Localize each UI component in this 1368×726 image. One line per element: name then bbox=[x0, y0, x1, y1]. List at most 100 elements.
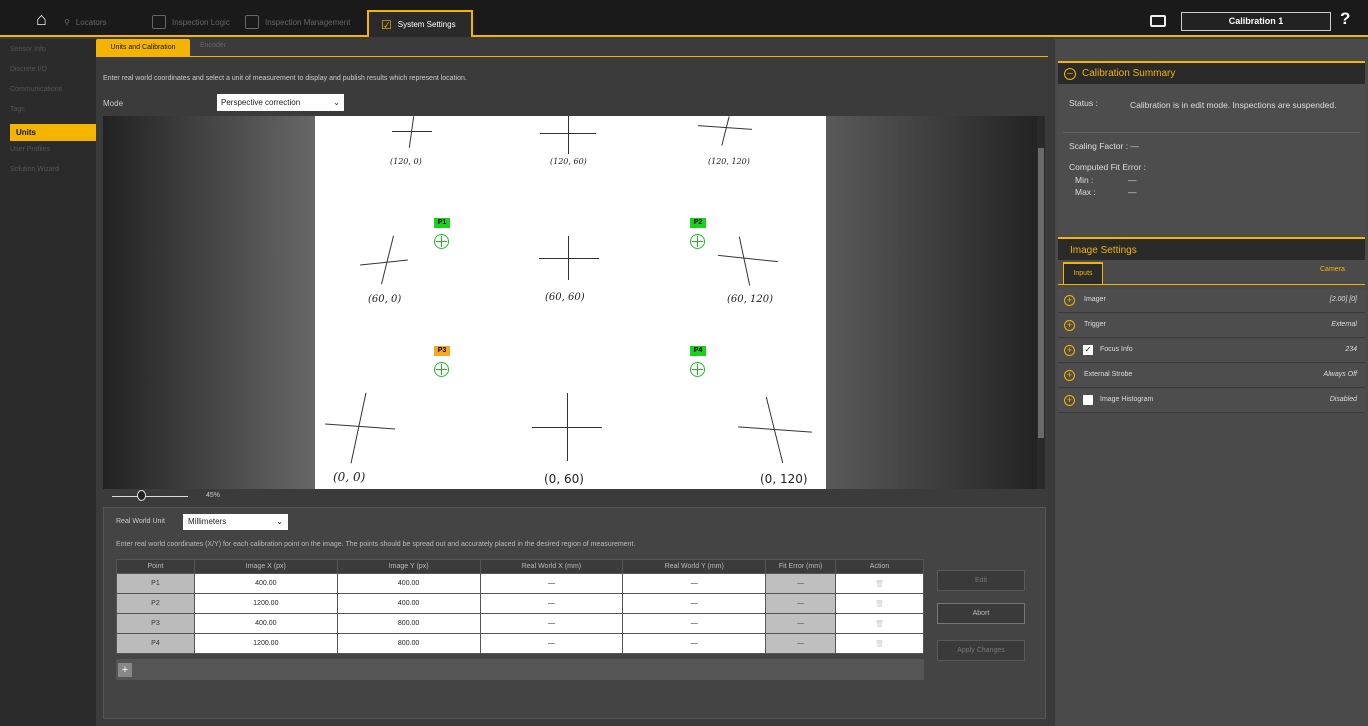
tab-underline bbox=[1058, 284, 1365, 285]
home-icon[interactable]: ⌂ bbox=[36, 9, 47, 30]
table-row: P3 400.00 800.00— — — 🗑 bbox=[116, 613, 924, 634]
real-world-unit-select[interactable]: Millimeters ⌄ bbox=[183, 514, 288, 530]
expand-icon[interactable]: + bbox=[1064, 345, 1075, 356]
sidebar-item-communications[interactable]: Communications bbox=[10, 86, 90, 93]
real-world-y-field[interactable]: — bbox=[622, 593, 767, 614]
sidebar-item-tags[interactable]: Tags bbox=[10, 106, 90, 113]
trash-icon[interactable]: 🗑 bbox=[835, 573, 924, 594]
image-settings-header[interactable]: Image Settings bbox=[1058, 237, 1365, 260]
chevron-down-icon: ⌄ bbox=[333, 98, 340, 107]
crosshair-icon[interactable] bbox=[690, 362, 705, 377]
tab-units-and-calibration[interactable]: Units and Calibration bbox=[96, 39, 190, 56]
sidebar-item-user-profiles[interactable]: User Profiles bbox=[10, 146, 90, 153]
point-badge-p3[interactable]: P3 bbox=[434, 346, 450, 356]
apply-changes-button[interactable]: Apply Changes bbox=[937, 640, 1025, 661]
image-x-field[interactable]: 400.00 bbox=[193, 613, 338, 634]
real-world-x-field[interactable]: — bbox=[479, 573, 624, 594]
trash-icon[interactable]: 🗑 bbox=[835, 613, 924, 634]
real-world-y-field[interactable]: — bbox=[622, 633, 767, 654]
image-x-field[interactable]: 400.00 bbox=[193, 573, 338, 594]
nav-tab-locators[interactable]: ⚲ Locators bbox=[64, 12, 107, 32]
real-world-y-field[interactable]: — bbox=[622, 573, 767, 594]
real-world-x-field[interactable]: — bbox=[479, 593, 624, 614]
locators-icon: ⚲ bbox=[64, 17, 70, 27]
real-world-x-field[interactable]: — bbox=[479, 633, 624, 654]
column-header: Real World Y (mm) bbox=[622, 559, 767, 574]
nav-tab-system-settings[interactable]: ☑ System Settings bbox=[367, 10, 473, 37]
setting-row-image-histogram[interactable]: + Image Histogram Disabled bbox=[1058, 389, 1365, 413]
status-label: Status : bbox=[1069, 98, 1098, 108]
coord-label: (0, 0) bbox=[333, 470, 366, 484]
fit-error-cell: — bbox=[765, 613, 837, 634]
calibration-instructions: Enter real world coordinates (X/Y) for e… bbox=[116, 541, 636, 548]
image-y-field[interactable]: 400.00 bbox=[336, 593, 481, 614]
setting-row-imager[interactable]: + Imager [2.00] [0] bbox=[1058, 289, 1365, 313]
setting-row-external-strobe[interactable]: + External Strobe Always Off bbox=[1058, 364, 1365, 388]
fit-error-label: Computed Fit Error : bbox=[1069, 162, 1146, 172]
sidebar-item-solution-wizard[interactable]: Solution Wizard bbox=[10, 166, 90, 173]
tab-camera[interactable]: Camera bbox=[1320, 266, 1345, 273]
real-world-x-field[interactable]: — bbox=[479, 613, 624, 634]
real-world-unit-label: Real World Unit bbox=[116, 518, 165, 525]
expand-icon[interactable]: + bbox=[1064, 295, 1075, 306]
edit-button[interactable]: Edit bbox=[937, 570, 1025, 591]
page-description: Enter real world coordinates and select … bbox=[103, 75, 467, 82]
zoom-slider[interactable] bbox=[112, 496, 188, 497]
cross-mark bbox=[567, 393, 568, 461]
checkbox-checked[interactable]: ✓ bbox=[1083, 345, 1093, 355]
coord-label: (120, 60) bbox=[550, 157, 587, 166]
sidebar-item-discrete-io[interactable]: Discrete I/O bbox=[10, 66, 90, 73]
crosshair-icon[interactable] bbox=[434, 234, 449, 249]
abort-button[interactable]: Abort bbox=[937, 603, 1025, 624]
point-badge-p2[interactable]: P2 bbox=[690, 218, 706, 228]
inspection-management-icon bbox=[245, 15, 259, 29]
cross-mark bbox=[568, 236, 569, 280]
image-y-field[interactable]: 800.00 bbox=[336, 613, 481, 634]
point-cell: P4 bbox=[116, 633, 195, 654]
image-y-field[interactable]: 400.00 bbox=[336, 573, 481, 594]
zoom-slider-handle[interactable] bbox=[137, 490, 146, 501]
add-point-button[interactable]: + bbox=[118, 663, 132, 677]
tab-encoder[interactable]: Encoder bbox=[200, 42, 226, 49]
trash-icon[interactable]: 🗑 bbox=[835, 593, 924, 614]
column-header: Image Y (px) bbox=[336, 559, 481, 574]
setting-row-focus-info[interactable]: + ✓ Focus Info 234 bbox=[1058, 339, 1365, 363]
point-badge-p4[interactable]: P4 bbox=[690, 346, 706, 356]
image-x-field[interactable]: 1200.00 bbox=[193, 633, 338, 654]
nav-tab-inspection-management[interactable]: Inspection Management bbox=[245, 12, 350, 32]
calibration-summary-header[interactable]: – Calibration Summary bbox=[1058, 61, 1365, 84]
divider bbox=[1063, 132, 1360, 133]
table-row: P1 400.00 400.00— — — 🗑 bbox=[116, 573, 924, 594]
help-icon[interactable]: ? bbox=[1340, 9, 1350, 29]
mode-select[interactable]: Perspective correction ⌄ bbox=[217, 94, 344, 111]
image-x-field[interactable]: 1200.00 bbox=[193, 593, 338, 614]
tab-inputs[interactable]: Inputs bbox=[1063, 262, 1103, 284]
crosshair-icon[interactable] bbox=[690, 234, 705, 249]
setting-row-trigger[interactable]: + Trigger External bbox=[1058, 314, 1365, 338]
expand-icon[interactable]: + bbox=[1064, 320, 1075, 331]
expand-icon[interactable]: + bbox=[1064, 395, 1075, 406]
point-badge-p1[interactable]: P1 bbox=[434, 218, 450, 228]
coord-label: (60, 60) bbox=[545, 292, 585, 303]
zoom-level: 45% bbox=[206, 492, 221, 499]
chevron-down-icon: ⌄ bbox=[276, 517, 283, 526]
calibration-name-field[interactable]: Calibration 1 bbox=[1181, 12, 1331, 31]
sidebar-item-sensor-info[interactable]: Sensor Info bbox=[10, 46, 90, 53]
point-cell: P3 bbox=[116, 613, 195, 634]
sidebar bbox=[0, 39, 96, 726]
nav-tab-inspection-logic[interactable]: Inspection Logic bbox=[152, 12, 230, 32]
sidebar-item-units[interactable]: Units bbox=[10, 124, 96, 141]
column-header: Point bbox=[116, 559, 195, 574]
real-world-y-field[interactable]: — bbox=[622, 613, 767, 634]
expand-icon[interactable]: + bbox=[1064, 370, 1075, 381]
trash-icon[interactable]: 🗑 bbox=[835, 633, 924, 654]
mode-label: Mode bbox=[103, 99, 124, 108]
camera-icon[interactable] bbox=[1150, 15, 1166, 27]
image-y-field[interactable]: 800.00 bbox=[336, 633, 481, 654]
table-footer bbox=[116, 659, 924, 680]
scrollbar-thumb[interactable] bbox=[1038, 148, 1044, 438]
coord-label: (120, 120) bbox=[708, 157, 750, 166]
crosshair-icon[interactable] bbox=[434, 362, 449, 377]
fit-error-cell: — bbox=[765, 573, 837, 594]
checkbox-unchecked[interactable] bbox=[1083, 395, 1093, 405]
